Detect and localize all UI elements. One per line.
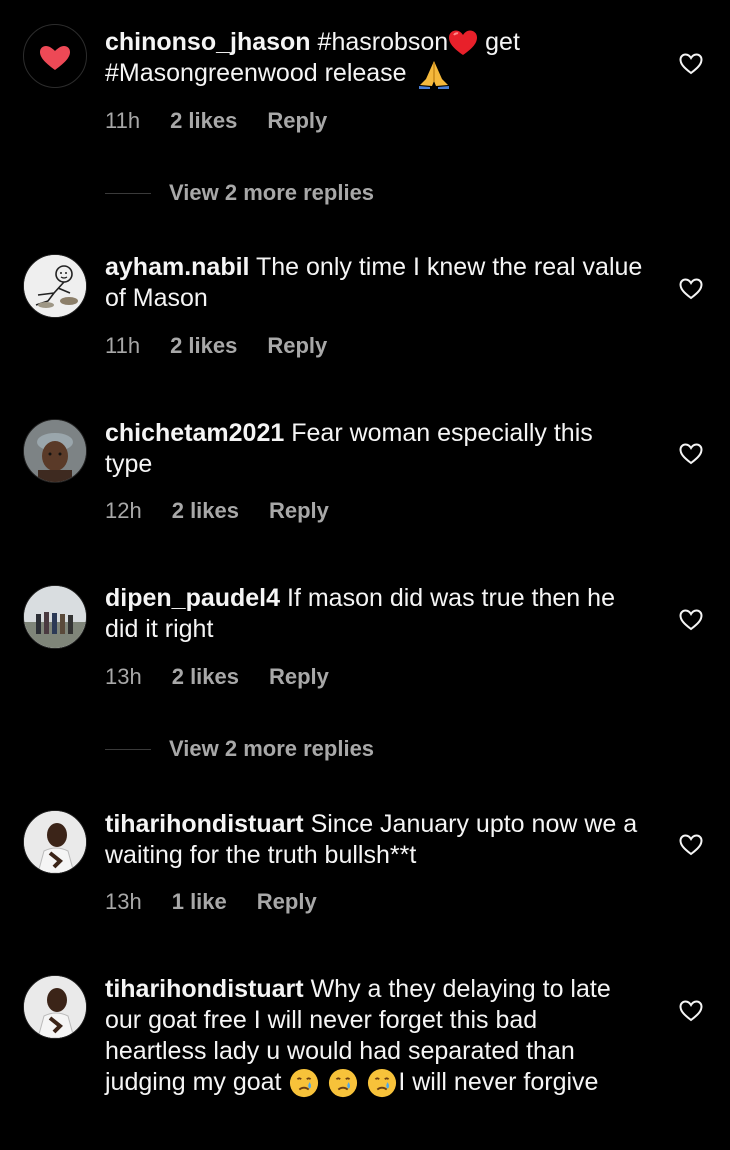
comment-time: 11h (105, 108, 141, 133)
comment-text: tiharihondistuart Why a they delaying to… (105, 974, 645, 1098)
comment-likes[interactable]: 1 like (172, 889, 227, 914)
crying-face-emoji (288, 1068, 320, 1098)
like-heart-icon[interactable] (678, 607, 704, 633)
person-avatar-icon (24, 420, 86, 482)
crying-face-emoji (366, 1068, 398, 1098)
comment-meta: 12h 2 likes Reply (105, 498, 359, 524)
comment-username[interactable]: chinonso_jhason (105, 28, 311, 56)
heart-icon (40, 46, 70, 70)
liked-heart-avatar[interactable] (23, 24, 87, 88)
comment-time: 12h (105, 498, 142, 523)
reply-button[interactable]: Reply (269, 664, 329, 689)
comment-time: 11h (105, 333, 141, 358)
like-heart-icon[interactable] (678, 51, 704, 77)
comment-username[interactable]: dipen_paudel4 (105, 584, 280, 612)
comment-username[interactable]: tiharihondistuart (105, 810, 304, 838)
folded-hands-emoji (414, 59, 454, 90)
comment-meta: 11h 2 likes Reply (105, 333, 357, 359)
reply-button[interactable]: Reply (267, 333, 327, 358)
reply-button[interactable]: Reply (269, 498, 329, 523)
like-heart-icon[interactable] (678, 832, 704, 858)
comment-time: 13h (105, 889, 142, 914)
view-replies-label: View 2 more replies (169, 736, 375, 761)
avatar[interactable] (23, 975, 87, 1039)
sketch-avatar-icon (24, 255, 86, 317)
comment-meta: 13h 2 likes Reply (105, 664, 359, 690)
comment-text: chichetam2021 Fear woman especially this… (105, 419, 593, 478)
red-heart-emoji (448, 29, 478, 57)
like-heart-icon[interactable] (678, 441, 704, 467)
view-more-replies-button[interactable]: View 2 more replies (105, 734, 374, 764)
crying-face-emoji (327, 1068, 359, 1098)
comment-likes[interactable]: 2 likes (172, 664, 239, 689)
view-replies-label: View 2 more replies (169, 180, 375, 205)
avatar[interactable] (23, 585, 87, 649)
comment-text: chinonso_jhason #hasrobson get #Masongre… (105, 27, 645, 90)
comment-username[interactable]: chichetam2021 (105, 419, 284, 447)
avatar[interactable] (23, 419, 87, 483)
comment-text: ayham.nabil The only time I knew the rea… (105, 253, 643, 312)
avatar[interactable] (23, 254, 87, 318)
like-heart-icon[interactable] (678, 276, 704, 302)
comment-hashtag[interactable]: #hasrobson (318, 28, 449, 56)
view-more-replies-button[interactable]: View 2 more replies (105, 178, 374, 208)
comment-meta: 13h 1 like Reply (105, 889, 347, 915)
avatar[interactable] (23, 810, 87, 874)
comment-meta: 11h 2 likes Reply (105, 108, 357, 134)
comment-likes[interactable]: 2 likes (172, 498, 239, 523)
reply-button[interactable]: Reply (257, 889, 317, 914)
like-heart-icon[interactable] (678, 998, 704, 1024)
comment-username[interactable]: tiharihondistuart (105, 975, 304, 1003)
reply-button[interactable]: Reply (267, 108, 327, 133)
group-photo-avatar-icon (24, 586, 86, 648)
comment-hashtag[interactable]: #Masongreenwood release (105, 59, 414, 87)
person-avatar-icon (24, 976, 86, 1038)
comment-time: 13h (105, 664, 142, 689)
comment-text: tiharihondistuart Since January upto now… (105, 810, 638, 869)
comment-username[interactable]: ayham.nabil (105, 253, 250, 281)
comment-likes[interactable]: 2 likes (170, 333, 237, 358)
comment-text: dipen_paudel4 If mason did was true then… (105, 584, 615, 643)
comment-likes[interactable]: 2 likes (170, 108, 237, 133)
divider-line (105, 192, 151, 194)
person-avatar-icon (24, 811, 86, 873)
divider-line (105, 748, 151, 750)
